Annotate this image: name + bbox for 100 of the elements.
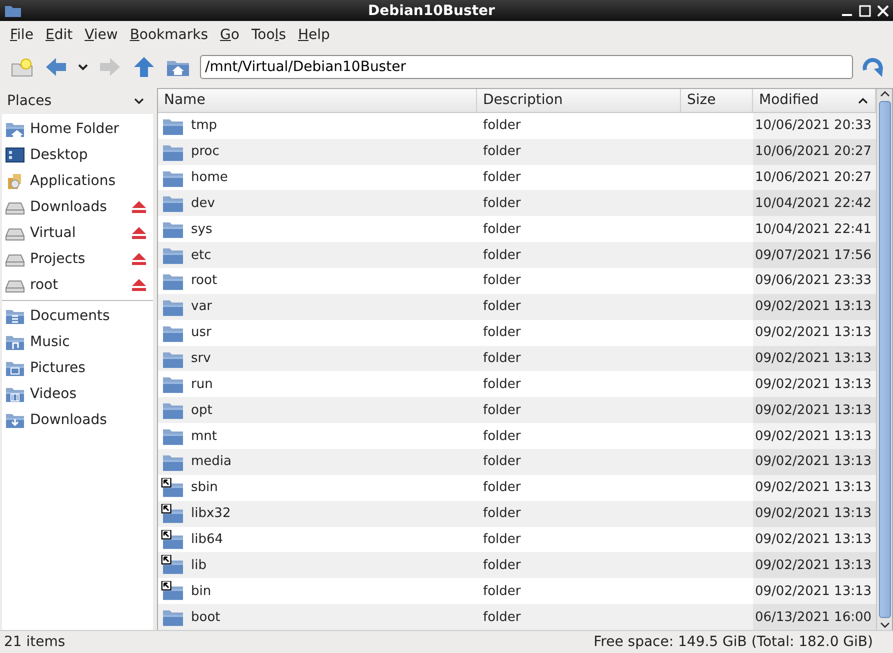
file-name[interactable]: bin bbox=[191, 584, 212, 599]
table-cell-text: folder bbox=[482, 402, 522, 420]
table-cell: 10/06/2021 20:27 bbox=[753, 164, 876, 190]
place-item[interactable]: Downloads bbox=[30, 412, 147, 428]
file-name[interactable]: srv bbox=[191, 351, 211, 366]
table-cell: 09/02/2021 13:13 bbox=[753, 371, 876, 398]
eject-icon[interactable] bbox=[131, 252, 147, 266]
place-item[interactable]: Home Folder bbox=[30, 121, 147, 137]
place-item[interactable]: Documents bbox=[30, 308, 147, 324]
file-name[interactable]: libx32 bbox=[191, 506, 231, 522]
table-cell: 09/07/2021 17:56 bbox=[753, 242, 876, 268]
table-cell: 09/02/2021 13:13 bbox=[753, 526, 876, 552]
history-icon bbox=[78, 64, 88, 70]
file-name[interactable]: opt bbox=[191, 402, 212, 418]
places-header[interactable]: Places bbox=[0, 88, 153, 114]
file-name[interactable]: run bbox=[191, 376, 213, 392]
table-cell-text: folder bbox=[482, 117, 522, 136]
file-name[interactable]: media bbox=[191, 454, 232, 470]
table-cell-text: folder bbox=[482, 505, 522, 524]
location-field[interactable]: /mnt/Virtual/Debian10Buster bbox=[200, 55, 853, 79]
table-cell: 06/13/2021 16:00 bbox=[753, 604, 876, 630]
place-item[interactable]: Videos bbox=[30, 386, 147, 402]
scroll-down-icon[interactable] bbox=[878, 620, 890, 630]
table-cell-text: folder bbox=[482, 376, 522, 394]
file-name[interactable]: dev bbox=[191, 196, 215, 211]
place-item[interactable]: Desktop bbox=[30, 147, 147, 163]
table-cell-text: folder bbox=[482, 350, 522, 368]
column-header[interactable]: Size bbox=[681, 89, 753, 112]
table-cell: 09/02/2021 13:13 bbox=[753, 474, 876, 501]
table-cell: 09/02/2021 13:13 bbox=[753, 423, 876, 450]
scrollbar-thumb[interactable] bbox=[878, 101, 890, 618]
column-header[interactable]: Description bbox=[477, 89, 681, 112]
file-name[interactable]: var bbox=[191, 299, 212, 314]
place-item[interactable]: Downloads bbox=[30, 199, 126, 215]
file-name[interactable]: etc bbox=[191, 248, 212, 263]
table-cell: 09/02/2021 13:13 bbox=[753, 346, 876, 372]
close-icon[interactable] bbox=[877, 4, 889, 16]
file-name[interactable]: root bbox=[191, 273, 218, 288]
file-name[interactable]: sbin bbox=[191, 480, 218, 496]
column-header[interactable]: Name bbox=[158, 89, 477, 112]
table-cell-text: folder bbox=[482, 220, 522, 239]
table-cell-text: folder bbox=[482, 428, 522, 446]
file-name[interactable]: tmp bbox=[191, 118, 218, 134]
table-cell-text: folder bbox=[482, 298, 522, 316]
menu-item[interactable]: Help bbox=[292, 25, 336, 45]
forward-icon bbox=[98, 56, 122, 78]
table-cell: 09/02/2021 13:13 bbox=[753, 449, 876, 475]
file-name[interactable]: lib bbox=[191, 558, 206, 573]
go-icon bbox=[861, 56, 885, 78]
eject-icon[interactable] bbox=[131, 200, 147, 214]
scroll-up-icon[interactable] bbox=[878, 89, 890, 99]
table-cell: 09/02/2021 13:13 bbox=[753, 578, 876, 604]
eject-icon[interactable] bbox=[131, 278, 147, 292]
table-cell: 09/02/2021 13:13 bbox=[753, 294, 876, 320]
menu-item[interactable]: View bbox=[78, 25, 124, 45]
file-name[interactable]: boot bbox=[191, 610, 220, 625]
place-item[interactable]: Virtual bbox=[30, 225, 126, 241]
videos-folder-icon bbox=[5, 385, 25, 403]
scrollbar[interactable] bbox=[876, 89, 892, 630]
documents-folder-icon bbox=[5, 307, 25, 325]
menu-item[interactable]: Bookmarks bbox=[124, 25, 214, 45]
file-name[interactable]: mnt bbox=[191, 428, 217, 444]
file-name[interactable]: lib64 bbox=[191, 532, 224, 548]
new-tab-icon bbox=[10, 56, 34, 78]
table-cell: 10/06/2021 20:27 bbox=[753, 138, 876, 165]
folder-icon bbox=[4, 4, 22, 18]
file-name[interactable]: proc bbox=[191, 144, 220, 160]
back-icon bbox=[44, 56, 68, 78]
menu-item[interactable]: Edit bbox=[39, 25, 79, 45]
pictures-folder-icon bbox=[5, 359, 25, 377]
table-cell-text: folder bbox=[482, 169, 522, 188]
place-item[interactable]: root bbox=[30, 277, 126, 293]
file-name[interactable]: sys bbox=[191, 222, 212, 237]
table-cell-text: folder bbox=[482, 479, 522, 498]
table-cell-text: folder bbox=[482, 531, 522, 550]
eject-icon[interactable] bbox=[131, 226, 147, 240]
table-cell: 09/06/2021 23:33 bbox=[753, 268, 876, 294]
downloads-folder-icon bbox=[5, 411, 25, 429]
table-cell: 10/04/2021 22:42 bbox=[753, 190, 876, 216]
table-cell: 09/02/2021 13:13 bbox=[753, 552, 876, 578]
place-item[interactable]: Applications bbox=[30, 173, 147, 189]
file-name[interactable]: home bbox=[191, 170, 228, 186]
table-cell-text: folder bbox=[482, 324, 522, 342]
menu-item[interactable]: Go bbox=[214, 25, 246, 45]
table-cell-text: folder bbox=[482, 194, 522, 213]
table-cell-text: folder bbox=[482, 608, 522, 627]
desktop-icon bbox=[5, 146, 25, 164]
menu-item[interactable]: Tools bbox=[245, 25, 292, 45]
table-cell-text: folder bbox=[482, 272, 522, 290]
menu-item[interactable]: File bbox=[4, 25, 40, 45]
place-item[interactable]: Projects bbox=[30, 251, 126, 267]
place-item[interactable]: Pictures bbox=[30, 360, 147, 376]
file-name[interactable]: usr bbox=[191, 325, 212, 340]
maximize-icon[interactable] bbox=[859, 4, 871, 16]
table-cell: 10/06/2021 20:33 bbox=[753, 112, 876, 139]
place-item[interactable]: Music bbox=[30, 334, 147, 350]
table-cell-text: folder bbox=[482, 582, 522, 601]
table-cell-text: folder bbox=[482, 246, 522, 265]
table-cell: 09/02/2021 13:13 bbox=[753, 397, 876, 424]
table-cell-text: folder bbox=[482, 556, 522, 575]
